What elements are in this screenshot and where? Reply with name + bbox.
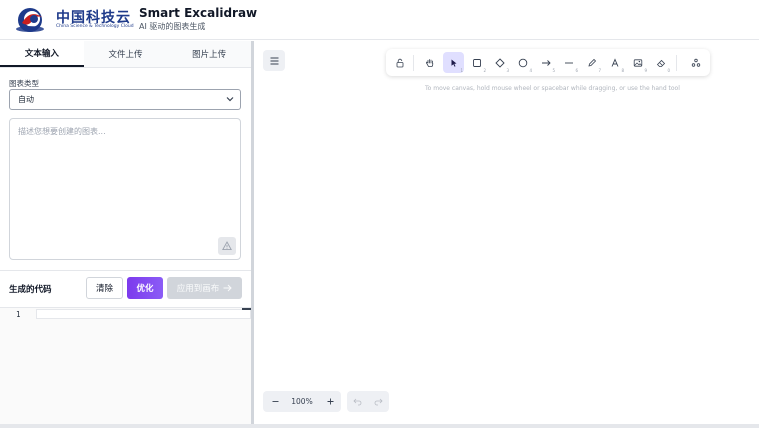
tab-image-upload[interactable]: 图片上传 <box>167 41 251 67</box>
redo-button[interactable] <box>368 391 389 412</box>
tool-shortcut: 7 <box>598 68 601 73</box>
zoom-level[interactable]: 100% <box>287 391 317 412</box>
arrow-icon <box>541 59 551 66</box>
tool-shortcut: 2 <box>483 68 486 73</box>
code-line[interactable] <box>36 309 251 319</box>
code-editor[interactable]: 1 <box>0 307 251 424</box>
cloud-logo-icon <box>16 8 44 32</box>
editor-scroll-indicator <box>242 308 251 310</box>
tool-shortcut: 0 <box>667 68 670 73</box>
lock-icon <box>396 58 403 67</box>
tool-shortcut: 1 <box>460 68 463 73</box>
toolbar-separator <box>676 55 677 71</box>
text-icon <box>611 57 618 67</box>
tool-shortcut: 9 <box>644 68 647 73</box>
tool-line[interactable]: 6 <box>558 52 579 73</box>
chart-type-value: 自动 <box>18 95 34 104</box>
tab-text-input[interactable]: 文本输入 <box>0 41 84 67</box>
generated-code-title: 生成的代码 <box>9 285 52 295</box>
redo-icon <box>374 398 383 406</box>
warning-icon <box>222 241 232 251</box>
tool-image[interactable]: 9 <box>627 52 648 73</box>
apply-label: 应用到画布 <box>176 284 220 294</box>
logo: 中国科技云 China Science & Technology Cloud <box>12 5 134 33</box>
chevron-down-icon <box>226 97 234 102</box>
optimize-button[interactable]: 优化 <box>127 277 163 299</box>
tool-text[interactable]: 8 <box>604 52 625 73</box>
app-root: 中国科技云 China Science & Technology Cloud S… <box>0 0 759 428</box>
rectangle-icon <box>472 58 481 67</box>
diamond-icon <box>494 57 505 68</box>
main-menu-button[interactable] <box>263 50 285 71</box>
zoom-controls: 100% <box>263 391 341 412</box>
canvas-hint: To move canvas, hold mouse wheel or spac… <box>425 85 680 92</box>
ellipse-icon <box>518 58 527 67</box>
tool-shortcut: 3 <box>506 68 509 73</box>
tool-shortcut: 5 <box>552 68 555 73</box>
tool-shortcut: 6 <box>575 68 578 73</box>
input-tabs: 文本输入 文件上传 图片上传 <box>0 41 251 68</box>
logo-text-en: China Science & Technology Cloud <box>56 24 134 29</box>
eraser-icon <box>656 59 665 67</box>
undo-icon <box>353 398 362 406</box>
selection-icon <box>451 59 456 67</box>
tools-toolbar: 1 2 3 4 5 6 7 8 9 0 <box>386 49 710 76</box>
tool-pencil[interactable]: 7 <box>581 52 602 73</box>
image-icon <box>633 58 642 67</box>
tab-file-upload[interactable]: 文件上传 <box>84 41 168 67</box>
hamburger-icon <box>270 57 278 64</box>
tool-ellipse[interactable]: 4 <box>512 52 533 73</box>
pencil-icon <box>587 58 596 67</box>
tool-arrow[interactable]: 5 <box>535 52 556 73</box>
textarea-placeholder: 描述您想要创建的图表... <box>18 127 106 136</box>
zoom-out-button[interactable] <box>265 391 285 412</box>
excalidraw-canvas[interactable]: 1 2 3 4 5 6 7 8 9 0 To move canvas, hold… <box>254 41 759 424</box>
chart-type-select[interactable]: 自动 <box>9 89 241 110</box>
tool-rectangle[interactable]: 2 <box>466 52 487 73</box>
minus-icon <box>272 401 278 402</box>
arrow-right-icon <box>223 284 232 292</box>
bottom-border <box>0 424 759 428</box>
line-icon <box>564 62 573 63</box>
tool-selection[interactable]: 1 <box>443 52 464 73</box>
tool-lock[interactable] <box>389 52 410 73</box>
apply-to-canvas-button[interactable]: 应用到画布 <box>167 277 242 299</box>
tool-hand[interactable] <box>419 52 440 73</box>
header: 中国科技云 China Science & Technology Cloud S… <box>0 0 759 40</box>
tool-diamond[interactable]: 3 <box>489 52 510 73</box>
line-number: 1 <box>16 310 21 319</box>
tool-shortcut: 4 <box>529 68 532 73</box>
tool-extra[interactable] <box>685 52 706 73</box>
plus-icon <box>327 398 333 405</box>
tool-eraser[interactable]: 0 <box>650 52 671 73</box>
section-divider <box>0 270 251 271</box>
toolbar-separator <box>413 55 414 71</box>
tool-shortcut: 8 <box>621 68 624 73</box>
extra-tools-icon <box>691 58 700 67</box>
history-controls <box>347 391 389 412</box>
app-subtitle: AI 驱动的图表生成 <box>139 22 206 31</box>
chart-type-label: 图表类型 <box>9 79 39 88</box>
clear-button[interactable]: 清除 <box>86 277 123 299</box>
left-panel: 文本输入 文件上传 图片上传 图表类型 自动 描述您想要创建的图表... 生成的… <box>0 41 251 424</box>
description-textarea[interactable]: 描述您想要创建的图表... <box>9 118 241 260</box>
generate-button[interactable] <box>218 237 236 255</box>
hand-icon <box>425 58 433 67</box>
zoom-in-button[interactable] <box>320 391 340 412</box>
undo-button[interactable] <box>347 391 368 412</box>
app-title: Smart Excalidraw <box>139 6 258 20</box>
